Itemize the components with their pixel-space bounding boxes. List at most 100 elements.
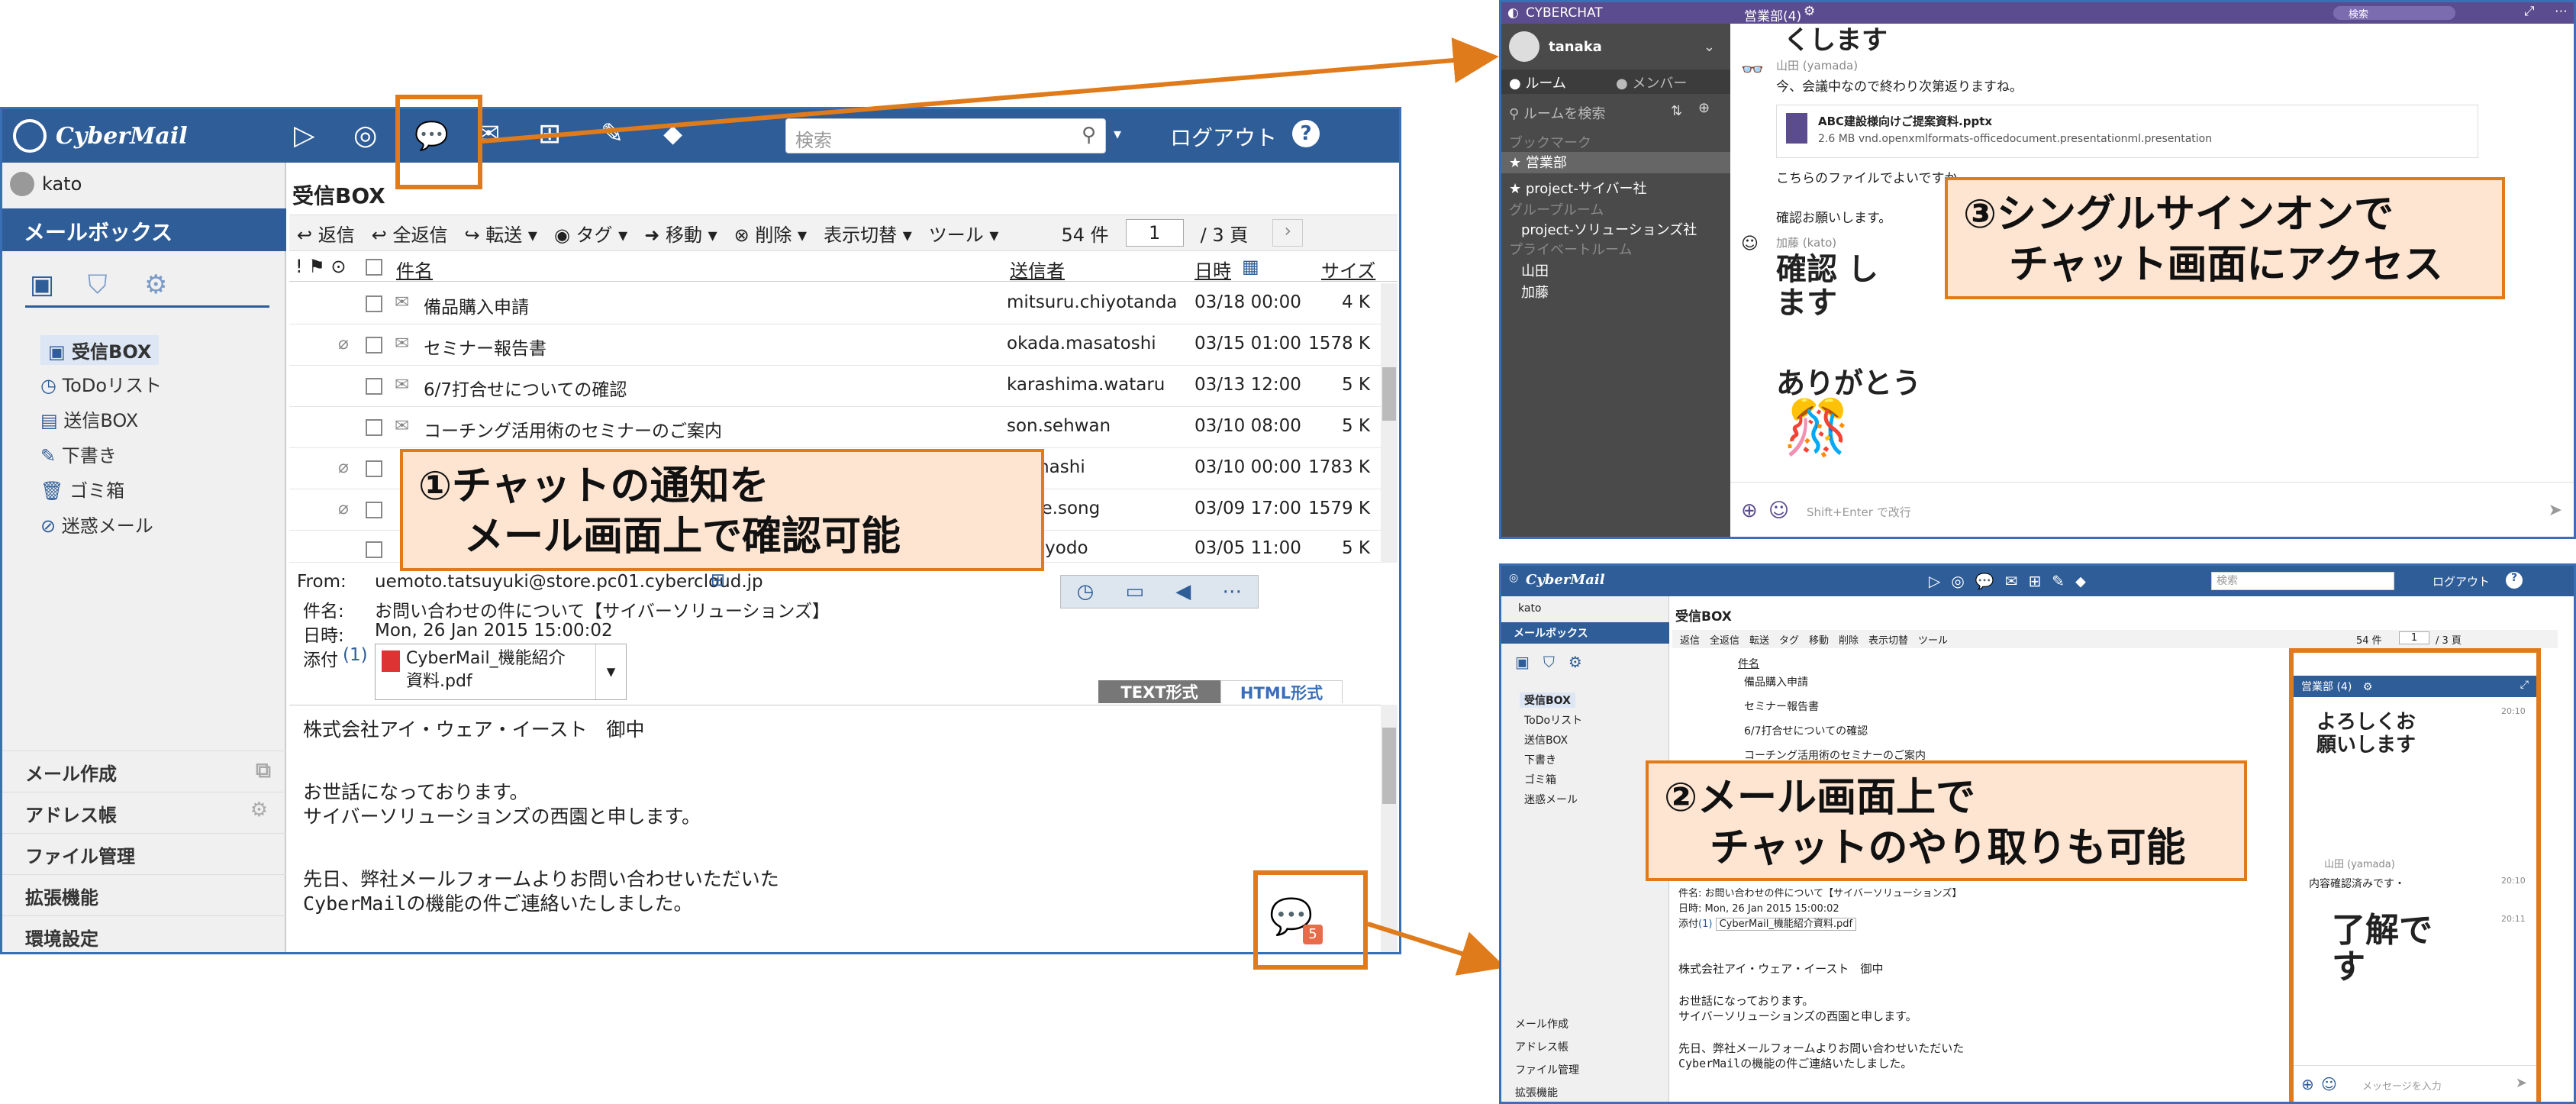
chat-user-name: tanaka bbox=[1549, 38, 1602, 55]
msg-text: こちらのファイルでよいですか bbox=[1776, 171, 1958, 186]
small-toolbar-labels[interactable]: 返信 全返信 転送 タグ 移動 削除 表示切替 ツール bbox=[1680, 635, 1948, 647]
arrow-to-embedded-chat bbox=[1367, 922, 1506, 976]
small-body-line: 株式会社アイ・ウェア・イースト 御中 bbox=[1678, 962, 1884, 976]
small-date-label: 日時: bbox=[1678, 903, 1702, 915]
send-icon[interactable]: ➤ bbox=[2516, 1075, 2527, 1091]
small-body-line: サイバーソリューションズの西園と申します。 bbox=[1678, 1009, 1917, 1023]
expand-icon[interactable]: ⤢ bbox=[2520, 679, 2529, 691]
glasses-avatar-icon: 👓 bbox=[1741, 59, 1764, 80]
small-tab-icons[interactable]: ▣⛉⚙ bbox=[1515, 653, 1596, 671]
emoji-icon[interactable]: ☺ bbox=[2321, 1075, 2337, 1093]
sort-icon[interactable]: ⇅ bbox=[1671, 103, 1682, 119]
expand-icon[interactable]: ⤢ bbox=[2524, 4, 2535, 19]
callout-line: チャットのやり取りも可能 bbox=[1710, 825, 2186, 871]
small-nav-files[interactable]: ファイル管理 bbox=[1515, 1062, 1579, 1077]
small-search-placeholder: 検索 bbox=[2217, 575, 2238, 587]
small-row[interactable]: 備品購入申請 bbox=[1744, 674, 1808, 689]
small-col-subject[interactable]: 件名 bbox=[1738, 656, 1759, 671]
room-item-kato[interactable]: 加藤 bbox=[1521, 282, 1549, 302]
small-subject: お問い合わせの件について【サイバーソリューションズ】 bbox=[1704, 888, 1962, 899]
small-folder-trash[interactable]: ゴミ箱 bbox=[1524, 772, 1556, 787]
embedded-sticker-yoroshiku: よろしくお願いします bbox=[2316, 711, 2416, 757]
small-search-input[interactable]: 検索 bbox=[2211, 572, 2394, 590]
small-brand[interactable]: CyberMail bbox=[1526, 572, 1605, 588]
small-page-total: / 3 頁 bbox=[2436, 635, 2462, 647]
small-nav-address[interactable]: アドレス帳 bbox=[1515, 1039, 1568, 1054]
chevron-down-icon[interactable]: ⌄ bbox=[1704, 39, 1715, 55]
top-sticker-text: くします bbox=[1784, 25, 1888, 56]
section-private: プライベートルーム bbox=[1509, 242, 1633, 258]
add-room-icon[interactable]: ⊕ bbox=[1698, 100, 1710, 116]
msg-text: 今、会議中なので終わり次第返りますね。 bbox=[1776, 79, 2023, 95]
tab-rooms[interactable]: ● ルーム bbox=[1509, 73, 1566, 92]
small-body-line: お世話になっております。 bbox=[1678, 994, 1814, 1008]
small-date-line: 日時: Mon, 26 Jan 2015 15:00:02 bbox=[1678, 902, 1962, 917]
embedded-time: 20:10 bbox=[2501, 706, 2526, 716]
room-item-project-solutions[interactable]: project-ソリューションズ社 bbox=[1521, 219, 1697, 239]
file-name: ABC建設様向けご提案資料.pptx bbox=[1818, 115, 1993, 128]
room-item-sales[interactable]: ★ 営業部 bbox=[1501, 152, 1730, 173]
chat-input-area: ⊕ ☺ Shift+Enter で改行 ➤ bbox=[1730, 482, 2574, 537]
add-icon[interactable]: ⊕ bbox=[2301, 1075, 2314, 1093]
small-inbox-title: 受信BOX bbox=[1675, 609, 1732, 625]
tab-members-label: メンバー bbox=[1632, 76, 1688, 92]
small-logo-icon: ◎ bbox=[1509, 572, 1519, 584]
tab-members[interactable]: ● メンバー bbox=[1616, 73, 1687, 92]
chat-sidebar: tanaka ⌄ ● ルーム ● メンバー ⚲ ルームを検索 ⇅ ⊕ ブックマー… bbox=[1501, 24, 1730, 537]
small-row[interactable]: 6/7打合せについての確認 bbox=[1744, 723, 1868, 738]
embedded-author: 山田 (yamada) bbox=[2324, 859, 2395, 870]
file-meta: 2.6 MB vnd.openxmlformats-officedocument… bbox=[1818, 133, 2213, 145]
cyberchat-logo-icon: ◐ bbox=[1507, 5, 1519, 21]
small-subject-label: 件名: bbox=[1678, 888, 1702, 899]
callout-sso: ③シングルサインオンで チャット画面にアクセス bbox=[1945, 177, 2505, 299]
embedded-msg: 内容確認済みです・ bbox=[2309, 878, 2405, 890]
chat-search-placeholder: 検索 bbox=[2349, 9, 2369, 21]
gear-icon[interactable]: ⚙ bbox=[1804, 4, 1815, 19]
avatar bbox=[1509, 31, 1539, 62]
chat-user[interactable]: tanaka bbox=[1509, 31, 1602, 62]
callout-line: チャット画面にアクセス bbox=[2009, 242, 2443, 288]
small-folder-inbox[interactable]: 受信BOX bbox=[1520, 692, 1575, 708]
small-toolbar-icons[interactable]: ▷◎💬✉⊞✎⬥ bbox=[1929, 572, 2097, 590]
file-card[interactable]: ABC建設様向けご提案資料.pptx 2.6 MB vnd.openxmlfor… bbox=[1776, 105, 2478, 158]
chat-top-bar: ◐ CYBERCHAT 営業部(4) ⚙ 検索 ⤢ ⋯ bbox=[1501, 2, 2574, 24]
chat-app-name: CYBERCHAT bbox=[1526, 5, 1603, 21]
embedded-input-placeholder[interactable]: メッセージを入力 bbox=[2362, 1078, 2442, 1093]
small-folder-sent[interactable]: 送信BOX bbox=[1524, 732, 1568, 747]
small-folder-spam[interactable]: 迷惑メール bbox=[1524, 792, 1578, 807]
small-nav-compose[interactable]: メール作成 bbox=[1515, 1016, 1568, 1031]
small-attach-line: 添付(1) CyberMail_機能紹介資料.pdf bbox=[1678, 917, 1962, 932]
small-mailbox-title[interactable]: メールボックス bbox=[1501, 622, 1669, 644]
small-attach-count[interactable]: (1) bbox=[1698, 918, 1712, 930]
add-icon[interactable]: ⊕ bbox=[1741, 499, 1758, 522]
emoji-icon[interactable]: ☺ bbox=[1768, 499, 1789, 522]
section-group: グループルーム bbox=[1509, 202, 1604, 218]
gear-icon[interactable]: ⚙ bbox=[2363, 681, 2373, 693]
small-page[interactable]: 1 bbox=[2399, 631, 2429, 644]
small-folder-drafts[interactable]: 下書き bbox=[1524, 752, 1556, 767]
more-icon[interactable]: ⋯ bbox=[2555, 4, 2568, 19]
small-logout[interactable]: ログアウト bbox=[2433, 573, 2490, 589]
small-folder-todo[interactable]: ToDoリスト bbox=[1524, 712, 1582, 728]
send-icon[interactable]: ➤ bbox=[2549, 501, 2562, 520]
room-search[interactable]: ⚲ ルームを検索 bbox=[1509, 103, 1605, 123]
room-item-project-cyber[interactable]: ★ project-サイバー社 bbox=[1509, 178, 1646, 198]
small-attach-name[interactable]: CyberMail_機能紹介資料.pdf bbox=[1715, 918, 1857, 931]
chat-search-input[interactable]: 検索 bbox=[2333, 6, 2455, 21]
sticker-kakunin: 確認 します bbox=[1776, 252, 1878, 321]
msg-author: 山田 (yamada) bbox=[1776, 59, 1859, 73]
small-subject-line: 件名: お問い合わせの件について【サイバーソリューションズ】 bbox=[1678, 886, 1962, 902]
msg-text: 確認お願いします。 bbox=[1776, 211, 1892, 226]
chat-input-placeholder[interactable]: Shift+Enter で改行 bbox=[1807, 504, 1911, 520]
msg-author: 加藤 (kato) bbox=[1776, 236, 1837, 250]
embedded-room: 営業部 (4) bbox=[2301, 681, 2352, 693]
small-body-line: 先日、弊社メールフォームよりお問い合わせいただいた bbox=[1678, 1041, 1965, 1055]
help-icon[interactable]: ? bbox=[2506, 572, 2523, 589]
kato-avatar-icon: ☺ bbox=[1741, 234, 1759, 253]
small-row[interactable]: セミナー報告書 bbox=[1744, 699, 1819, 714]
room-item-yamada[interactable]: 山田 bbox=[1521, 260, 1549, 280]
small-attach-label: 添付 bbox=[1678, 918, 1699, 930]
small-nav-ext[interactable]: 拡張機能 bbox=[1515, 1085, 1558, 1100]
callout-embedded-chat: ②メール画面上で チャットのやり取りも可能 bbox=[1646, 760, 2247, 881]
file-icon bbox=[1786, 113, 1807, 144]
